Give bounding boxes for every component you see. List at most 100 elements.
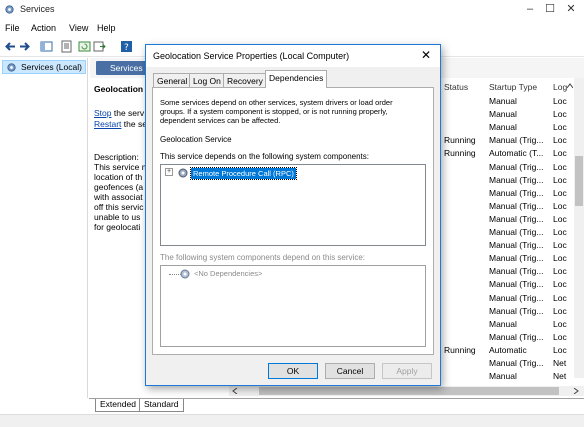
startup-type-cell: Manual (Trig...	[489, 187, 544, 198]
table-row[interactable]: Manual Loc	[441, 318, 576, 331]
services-gear-icon	[5, 5, 14, 14]
description-line: with associat	[94, 192, 143, 202]
status-cell: Running	[444, 344, 476, 355]
table-row[interactable]: Running Automatic Loc	[441, 344, 576, 357]
show-tree-icon[interactable]	[40, 40, 53, 53]
column-header-startup-type[interactable]: Startup Type	[489, 82, 537, 92]
table-row[interactable]: Manual (Trig... Loc	[441, 278, 576, 291]
table-row[interactable]: Manual (Trig... Loc	[441, 292, 576, 305]
menu-file[interactable]: File	[5, 23, 20, 33]
table-row[interactable]: Manual (Trig... Net	[441, 357, 576, 370]
ok-button[interactable]: OK	[268, 363, 318, 379]
column-header-log-on-as[interactable]: Log	[553, 82, 567, 92]
scroll-up-arrow-icon[interactable]	[567, 83, 573, 89]
export-list-icon[interactable]	[93, 40, 106, 53]
log-on-as-cell: Loc	[553, 135, 567, 146]
startup-type-cell: Automatic	[489, 344, 527, 355]
expand-toggle[interactable]: +	[165, 168, 173, 176]
log-on-as-cell: Loc	[553, 213, 567, 224]
log-on-as-cell: Loc	[553, 161, 567, 172]
dependents-tree[interactable]: <No Dependencies>	[160, 265, 426, 347]
tree-item-services-local[interactable]: Services (Local)	[2, 60, 86, 74]
startup-type-cell: Manual (Trig...	[489, 200, 544, 211]
table-row[interactable]: Manual (Trig... Loc	[441, 200, 576, 213]
log-on-as-cell: Loc	[553, 266, 567, 277]
service-name-label: Geolocation Service	[160, 135, 232, 144]
table-row[interactable]: Manual (Trig... Loc	[441, 239, 576, 252]
back-arrow-icon[interactable]	[4, 40, 17, 53]
intro-line: groups. If a system component is stopped…	[160, 107, 388, 116]
forward-arrow-icon[interactable]	[18, 40, 31, 53]
dialog-close-button[interactable]: ✕	[421, 48, 431, 62]
apply-button[interactable]: Apply	[382, 363, 432, 379]
log-on-as-cell: Loc	[553, 187, 567, 198]
table-row[interactable]: Manual (Trig... Loc	[441, 187, 576, 200]
column-header-status[interactable]: Status	[444, 82, 468, 92]
table-row[interactable]: Manual (Trig... Loc	[441, 265, 576, 278]
log-on-as-cell: Loc	[553, 253, 567, 264]
status-bar	[0, 414, 584, 427]
horizontal-scrollbar[interactable]	[229, 386, 584, 396]
tab-dependencies[interactable]: Dependencies	[265, 70, 328, 88]
help-icon[interactable]: ?	[120, 40, 133, 53]
menu-view[interactable]: View	[69, 23, 88, 33]
table-row[interactable]: Manual Loc	[441, 95, 576, 108]
restart-service-link[interactable]: Restart	[94, 119, 121, 129]
table-row[interactable]: Manual (Trig... Loc	[441, 226, 576, 239]
tab-extended[interactable]: Extended	[95, 399, 141, 412]
properties-sheet-icon[interactable]	[60, 40, 73, 53]
table-row[interactable]: Manual (Trig... Loc	[441, 305, 576, 318]
table-row[interactable]: Manual (Trig... Loc	[441, 252, 576, 265]
startup-type-cell: Manual	[489, 96, 517, 106]
table-row[interactable]: Manual (Trig... Loc	[441, 174, 576, 187]
log-on-as-cell: Loc	[553, 227, 567, 237]
tab-recovery[interactable]: Recovery	[223, 73, 267, 88]
log-on-as-cell: Loc	[553, 344, 567, 355]
console-tree: Services (Local)	[0, 58, 88, 398]
dialog-title: Geolocation Service Properties (Local Co…	[153, 51, 350, 61]
table-row[interactable]: Manual Loc	[441, 108, 576, 121]
close-button[interactable]: ✕	[558, 2, 584, 17]
intro-line: dependent services can be affected.	[160, 116, 281, 125]
startup-type-cell: Manual (Trig...	[489, 331, 544, 342]
table-row[interactable]: Running Automatic (T... Loc	[441, 147, 576, 160]
scrollbar-thumb[interactable]	[575, 156, 583, 206]
rpc-dependency-item[interactable]: Remote Procedure Call (RPC)	[190, 167, 297, 180]
scroll-right-arrow-icon[interactable]	[573, 388, 579, 394]
table-row[interactable]: Manual (Trig... Loc	[441, 213, 576, 226]
dependents-label: The following system components depend o…	[160, 253, 365, 262]
startup-type-cell: Manual	[489, 122, 517, 133]
no-dependencies-gear-icon	[180, 269, 190, 279]
startup-type-cell: Manual	[489, 318, 517, 329]
tab-general[interactable]: General	[153, 73, 192, 88]
log-on-as-cell: Loc	[553, 331, 567, 342]
startup-type-cell: Manual (Trig...	[489, 292, 544, 303]
startup-type-cell: Manual (Trig...	[489, 227, 544, 237]
cancel-button[interactable]: Cancel	[325, 363, 375, 379]
table-row[interactable]: Manual Net	[441, 370, 576, 383]
stop-service-line: Stop the serv	[94, 108, 144, 118]
tab-standard[interactable]: Standard	[139, 399, 184, 412]
view-tabs: Extended Standard	[89, 398, 584, 413]
startup-type-cell: Manual	[489, 109, 517, 120]
vertical-scrollbar[interactable]	[574, 78, 584, 378]
menu-action[interactable]: Action	[31, 23, 56, 33]
tab-log-on[interactable]: Log On	[189, 73, 225, 88]
log-on-as-cell: Net	[553, 371, 567, 382]
table-row[interactable]: Manual (Trig... Loc	[441, 331, 576, 344]
startup-type-cell: Manual (Trig...	[489, 240, 544, 251]
table-row[interactable]: Manual Loc	[441, 121, 576, 134]
properties-dialog: Geolocation Service Properties (Local Co…	[145, 44, 441, 386]
scroll-left-arrow-icon[interactable]	[232, 388, 238, 394]
menu-bar: File Action View Help	[0, 21, 584, 37]
menu-help[interactable]: Help	[97, 23, 116, 33]
table-row[interactable]: Running Manual (Trig... Loc	[441, 134, 576, 147]
log-on-as-cell: Loc	[553, 174, 567, 185]
stop-service-link[interactable]: Stop	[94, 108, 112, 118]
startup-type-cell: Manual (Trig...	[489, 253, 544, 264]
table-row[interactable]: Manual (Trig... Loc	[441, 161, 576, 174]
refresh-icon[interactable]	[78, 40, 91, 53]
log-on-as-cell: Loc	[553, 292, 567, 303]
horizontal-scrollbar-thumb[interactable]	[259, 387, 559, 395]
depends-on-tree[interactable]: + Remote Procedure Call (RPC)	[160, 164, 426, 246]
